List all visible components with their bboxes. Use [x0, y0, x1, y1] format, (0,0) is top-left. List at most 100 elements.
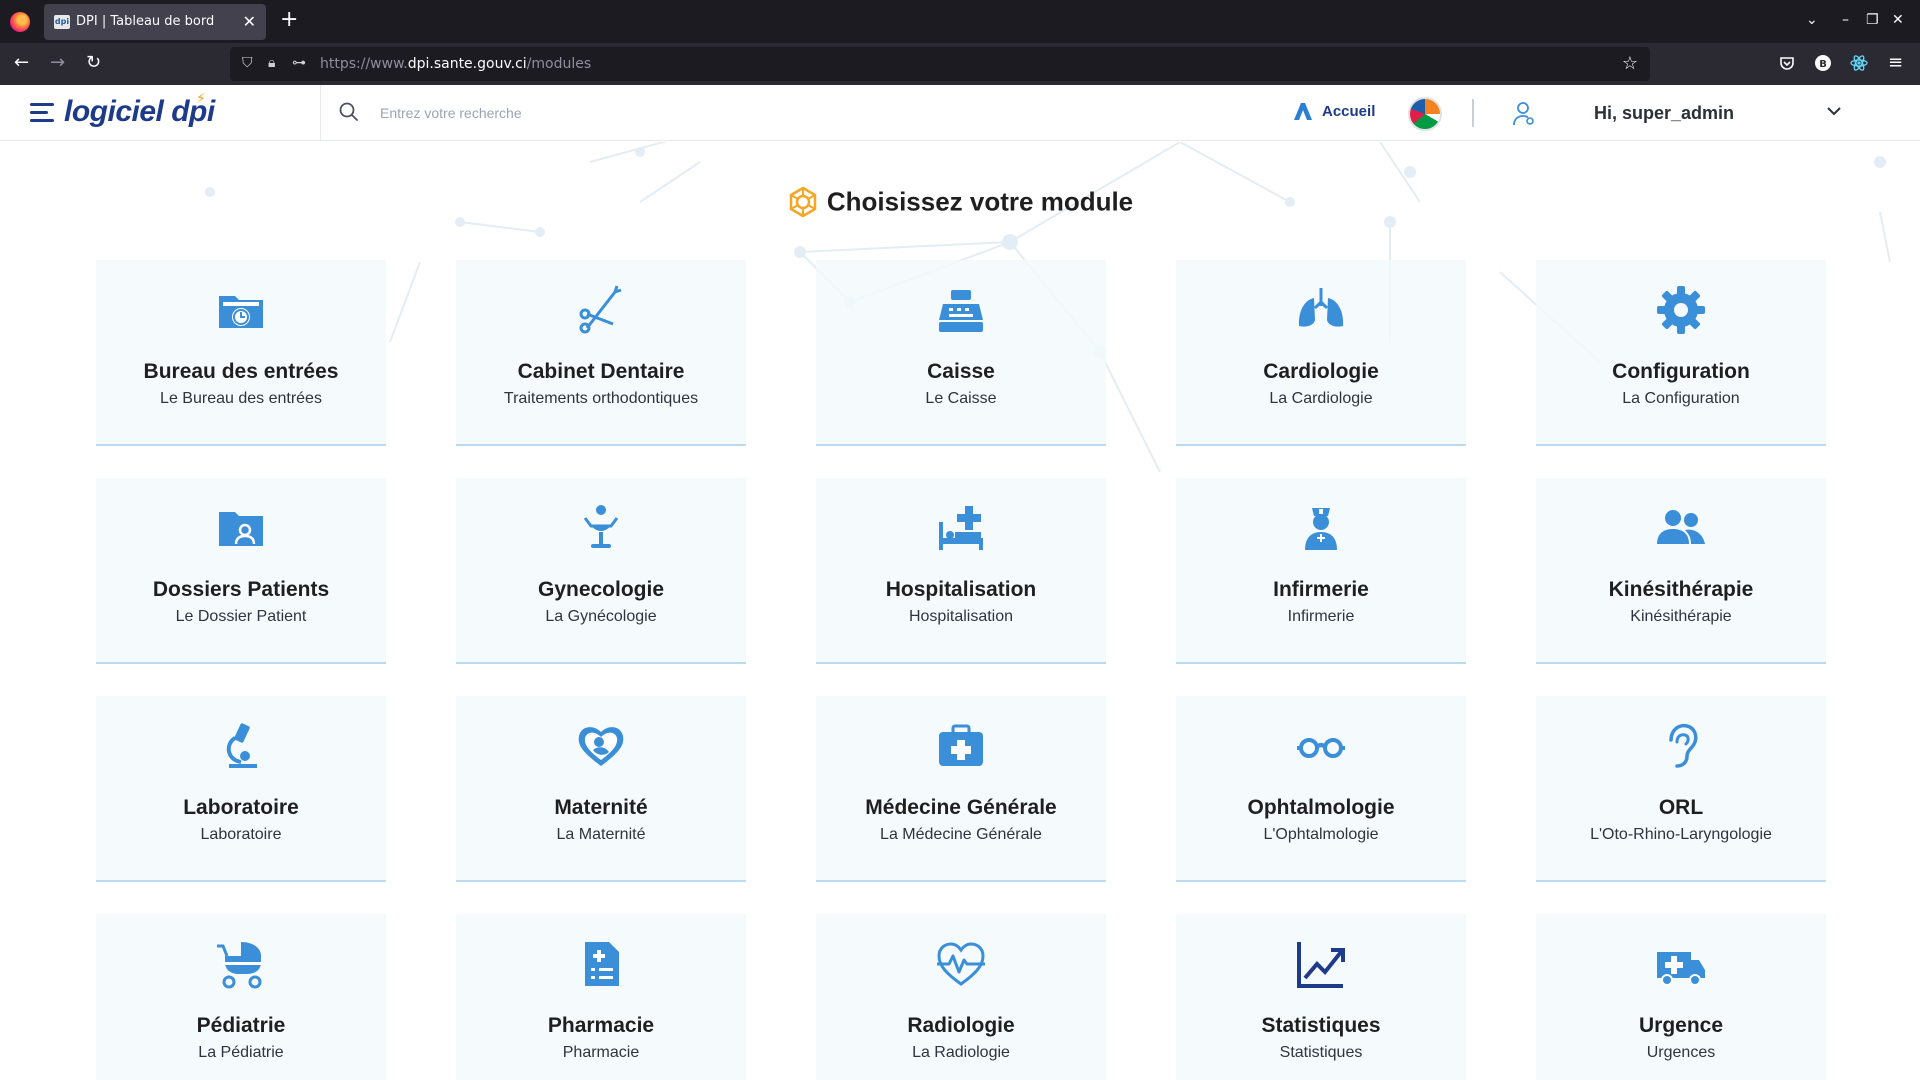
module-subtitle: Infirmerie	[1287, 608, 1355, 625]
ministry-logo	[1408, 97, 1442, 131]
module-subtitle: Le Dossier Patient	[175, 608, 307, 625]
module-title: Ophtalmologie	[1247, 796, 1395, 819]
module-hexagon-icon	[789, 186, 817, 218]
module-card-cabinet-dentaire[interactable]: Cabinet Dentaire Traitements orthodontiq…	[456, 260, 746, 446]
module-title: Radiologie	[907, 1014, 1015, 1037]
module-subtitle: La Configuration	[1622, 390, 1740, 407]
search-icon[interactable]	[338, 101, 360, 123]
react-devtools-icon[interactable]	[1850, 54, 1868, 72]
shield-icon[interactable]: ⛉	[242, 55, 253, 71]
module-card-kinesitherapie[interactable]: Kinésithérapie Kinésithérapie	[1536, 478, 1826, 664]
app-logo[interactable]: logiciel dpi	[64, 95, 215, 129]
lock-icon[interactable]: 🔒︎	[268, 55, 275, 71]
module-card-gynecologie[interactable]: Gynecologie La Gynécologie	[456, 478, 746, 664]
heart-pulse-icon	[937, 942, 985, 986]
module-card-pharmacie[interactable]: Pharmacie Pharmacie	[456, 914, 746, 1080]
module-subtitle: Laboratoire	[200, 826, 282, 843]
cash-register-icon	[939, 290, 983, 332]
module-title: Bureau des entrées	[143, 360, 339, 383]
folder-user-icon	[219, 512, 263, 546]
module-card-configuration[interactable]: Configuration La Configuration	[1536, 260, 1826, 446]
module-subtitle: La Maternité	[556, 826, 646, 843]
module-title: Laboratoire	[183, 796, 299, 819]
module-title: ORL	[1658, 796, 1704, 819]
module-subtitle: Kinésithérapie	[1630, 608, 1732, 625]
module-grid: Bureau des entrées Le Bureau des entrées…	[96, 260, 1826, 1080]
module-subtitle: Le Bureau des entrées	[160, 390, 322, 407]
module-card-pediatrie[interactable]: Pédiatrie La Pédiatrie	[96, 914, 386, 1080]
module-subtitle: Hospitalisation	[908, 608, 1014, 625]
extension-icon[interactable]: B	[1814, 54, 1832, 72]
star-icon[interactable]: ☆	[1622, 53, 1638, 74]
hamburger-menu-icon[interactable]	[30, 103, 54, 123]
header-divider	[320, 85, 321, 141]
gear-icon	[1657, 286, 1705, 334]
url-bar[interactable]: ⛉ 🔒︎ ⊶ https://www.dpi.sante.gouv.ci/mod…	[230, 47, 1650, 81]
home-label: Accueil	[1322, 102, 1376, 120]
menu-icon[interactable]: ≡	[1888, 52, 1903, 74]
module-title: Dossiers Patients	[152, 578, 330, 601]
module-card-infirmerie[interactable]: Infirmerie Infirmerie	[1176, 478, 1466, 664]
permissions-icon[interactable]: ⊶	[292, 55, 306, 71]
chevron-down-icon[interactable]	[1824, 101, 1844, 121]
search-input[interactable]	[380, 99, 880, 127]
module-card-statistiques[interactable]: Statistiques Statistiques	[1176, 914, 1466, 1080]
ear-icon	[1669, 723, 1698, 768]
module-card-medecine-generale[interactable]: Médecine Générale La Médecine Générale	[816, 696, 1106, 882]
module-card-urgence[interactable]: Urgence Urgences	[1536, 914, 1826, 1080]
reload-icon[interactable]: ↻	[86, 52, 101, 74]
module-card-laboratoire[interactable]: Laboratoire Laboratoire	[96, 696, 386, 882]
module-card-dossiers-patients[interactable]: Dossiers Patients Le Dossier Patient	[96, 478, 386, 664]
tab-list-icon[interactable]: ⌄	[1806, 12, 1818, 28]
pocket-icon[interactable]	[1778, 54, 1796, 72]
home-logo-icon	[1294, 103, 1312, 120]
back-icon[interactable]: ←	[14, 52, 29, 74]
module-title: Cabinet Dentaire	[517, 360, 685, 383]
baby-heart-icon	[578, 727, 624, 766]
microscope-icon	[226, 723, 257, 768]
module-subtitle: La Cardiologie	[1269, 390, 1373, 407]
module-title: Pédiatrie	[196, 1014, 286, 1037]
users-icon	[1657, 510, 1705, 544]
module-card-ophtalmologie[interactable]: Ophtalmologie L'Ophtalmologie	[1176, 696, 1466, 882]
module-title: Kinésithérapie	[1608, 578, 1754, 601]
module-subtitle: Le Caisse	[925, 390, 997, 407]
tab-favicon-icon: dpi	[54, 15, 70, 29]
module-subtitle: L'Ophtalmologie	[1263, 826, 1379, 843]
module-card-orl[interactable]: ORL L'Oto-Rhino-Laryngologie	[1536, 696, 1826, 882]
header-divider-vertical	[1472, 99, 1474, 127]
baby-carriage-icon	[217, 942, 262, 989]
url-text[interactable]: https://www.dpi.sante.gouv.ci/modules	[320, 56, 591, 72]
module-title: Cardiologie	[1263, 360, 1379, 383]
module-card-radiologie[interactable]: Radiologie La Radiologie	[816, 914, 1106, 1080]
module-title: Hospitalisation	[885, 578, 1037, 601]
module-card-caisse[interactable]: Caisse Le Caisse	[816, 260, 1106, 446]
module-subtitle: Urgences	[1646, 1044, 1716, 1061]
module-title: Statistiques	[1261, 1014, 1381, 1037]
logo-spark-icon: ⚡︎	[196, 91, 206, 107]
nurse-icon	[1305, 508, 1337, 550]
module-card-hospitalisation[interactable]: Hospitalisation Hospitalisation	[816, 478, 1106, 664]
minimize-icon[interactable]: –	[1842, 12, 1849, 28]
browser-nav-bar: ← → ↻ ⛉ 🔒︎ ⊶ https://www.dpi.sante.gouv.…	[0, 43, 1920, 85]
user-settings-icon[interactable]	[1512, 101, 1536, 127]
restore-icon[interactable]: ❐	[1866, 12, 1879, 28]
module-title: Configuration	[1612, 360, 1750, 383]
page-title: Choisissez votre module	[0, 186, 1920, 218]
home-link[interactable]: Accueil	[1292, 101, 1375, 121]
module-card-cardiologie[interactable]: Cardiologie La Cardiologie	[1176, 260, 1466, 446]
module-subtitle: La Radiologie	[912, 1044, 1010, 1061]
module-title: Pharmacie	[547, 1014, 655, 1037]
close-tab-icon[interactable]: ✕	[243, 12, 256, 31]
module-title: Maternité	[554, 796, 648, 819]
user-greeting[interactable]: Hi, super_admin	[1594, 103, 1734, 124]
tab-title: DPI | Tableau de bord	[76, 14, 215, 29]
module-card-maternite[interactable]: Maternité La Maternité	[456, 696, 746, 882]
firefox-icon[interactable]	[10, 12, 30, 32]
ambulance-icon	[1657, 952, 1705, 986]
close-window-icon[interactable]: ✕	[1892, 12, 1904, 28]
module-card-bureau-des-entrees[interactable]: Bureau des entrées Le Bureau des entrées	[96, 260, 386, 446]
browser-tab[interactable]: dpi DPI | Tableau de bord ✕	[44, 4, 266, 40]
new-tab-button[interactable]: +	[280, 8, 298, 32]
forward-icon[interactable]: →	[50, 52, 65, 74]
